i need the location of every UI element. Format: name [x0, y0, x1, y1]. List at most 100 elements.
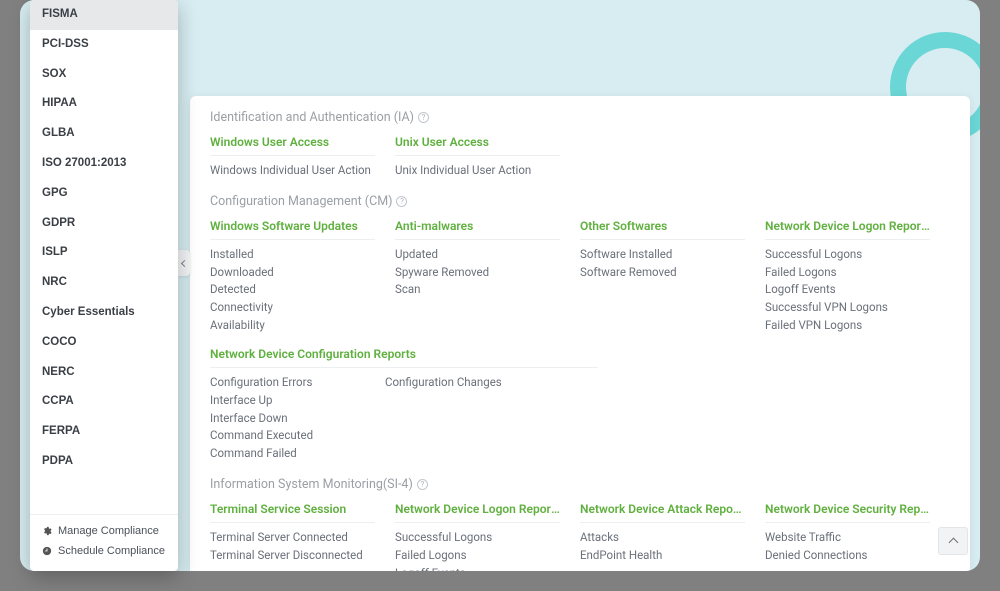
report-link[interactable]: Detected [210, 281, 375, 299]
section-ia: Identification and Authentication (IA) ?… [210, 110, 950, 180]
sidebar-item-iso-27001-2013[interactable]: ISO 27001:2013 [30, 149, 178, 179]
help-icon[interactable]: ? [418, 112, 429, 123]
sidebar-item-gpg[interactable]: GPG [30, 179, 178, 209]
sidebar-item-pci-dss[interactable]: PCI-DSS [30, 30, 178, 60]
group-items: Unix Individual User Action [395, 162, 560, 180]
group-head[interactable]: Windows User Access [210, 135, 375, 156]
sidebar-item-ferpa[interactable]: FERPA [30, 417, 178, 447]
group-head[interactable]: Anti-malwares [395, 219, 560, 240]
sidebar-list: FISMAPCI-DSSSOXHIPAAGLBAISO 27001:2013GP… [30, 0, 178, 510]
report-link[interactable]: Spyware Removed [395, 264, 560, 282]
report-link[interactable]: Command Executed [210, 427, 385, 445]
group-items: Windows Individual User Action [210, 162, 375, 180]
section-title: Information System Monitoring(SI-4) ? [210, 477, 950, 492]
sidebar-item-ccpa[interactable]: CCPA [30, 387, 178, 417]
sidebar-item-sox[interactable]: SOX [30, 60, 178, 90]
group-items: Software Installed Software Removed [580, 246, 745, 282]
group-head[interactable]: Terminal Service Session [210, 502, 375, 523]
report-link[interactable]: Updated [395, 246, 560, 264]
section-title-text: Information System Monitoring(SI-4) [210, 477, 413, 492]
report-link[interactable]: Configuration Errors [210, 374, 385, 392]
report-link[interactable]: Terminal Server Connected [210, 529, 375, 547]
report-link[interactable]: Logoff Events [395, 565, 560, 571]
report-link[interactable]: Connectivity [210, 299, 375, 317]
report-link[interactable]: Interface Up [210, 392, 385, 410]
group-head[interactable]: Unix User Access [395, 135, 560, 156]
group-items: Configuration Changes [385, 374, 560, 463]
report-group: Anti-malwares Updated Spyware Removed Sc… [395, 219, 580, 299]
report-link[interactable]: Successful Logons [395, 529, 560, 547]
report-link[interactable]: Downloaded [210, 264, 375, 282]
report-group: Network Device Attack Reports Attacks En… [580, 502, 765, 565]
report-link[interactable]: Attacks [580, 529, 745, 547]
sidebar-item-glba[interactable]: GLBA [30, 119, 178, 149]
section-title-text: Identification and Authentication (IA) [210, 110, 414, 125]
section-title: Identification and Authentication (IA) ? [210, 110, 950, 125]
group-head[interactable]: Network Device Configuration Reports [210, 347, 598, 368]
sidebar-item-islp[interactable]: ISLP [30, 238, 178, 268]
report-link[interactable]: Availability [210, 317, 375, 335]
group-head[interactable]: Network Device Logon Reports [395, 502, 560, 523]
group-head[interactable]: Network Device Security Report... [765, 502, 930, 523]
section-cols: Windows User Access Windows Individual U… [210, 135, 950, 180]
sidebar-footer: Manage Compliance Schedule Compliance [30, 514, 178, 571]
scroll-top-button[interactable] [938, 527, 968, 555]
report-group: Terminal Service Session Terminal Server… [210, 502, 395, 565]
sidebar-item-coco[interactable]: COCO [30, 328, 178, 358]
report-link[interactable]: Successful VPN Logons [765, 299, 930, 317]
report-group: Unix User Access Unix Individual User Ac… [395, 135, 580, 180]
group-items: Successful Logons Failed Logons Logoff E… [395, 529, 560, 571]
group-head[interactable]: Network Device Logon Reports [765, 219, 930, 240]
section-si4: Information System Monitoring(SI-4) ? Te… [210, 477, 950, 571]
report-link[interactable]: Terminal Server Disconnected [210, 547, 375, 565]
report-link[interactable]: Installed [210, 246, 375, 264]
sidebar-item-gdpr[interactable]: GDPR [30, 209, 178, 239]
report-link[interactable]: Software Installed [580, 246, 745, 264]
report-group: Network Device Security Report... Websit… [765, 502, 950, 565]
compliance-sidebar: FISMAPCI-DSSSOXHIPAAGLBAISO 27001:2013GP… [30, 0, 178, 571]
report-link[interactable]: Denied Connections [765, 547, 930, 565]
schedule-compliance-label: Schedule Compliance [58, 545, 165, 557]
help-icon[interactable]: ? [417, 479, 428, 490]
report-link[interactable]: Scan [395, 281, 560, 299]
section-cols: Terminal Service Session Terminal Server… [210, 502, 950, 571]
report-link[interactable]: Failed Logons [765, 264, 930, 282]
report-link[interactable]: Command Failed [210, 445, 385, 463]
group-head[interactable]: Network Device Attack Reports [580, 502, 745, 523]
section-title: Configuration Management (CM) ? [210, 194, 950, 209]
report-group: Windows User Access Windows Individual U… [210, 135, 395, 180]
group-head[interactable]: Windows Software Updates [210, 219, 375, 240]
schedule-compliance-button[interactable]: Schedule Compliance [30, 541, 178, 561]
report-link[interactable]: Website Traffic [765, 529, 930, 547]
group-items: Website Traffic Denied Connections [765, 529, 930, 565]
report-link[interactable]: Logoff Events [765, 281, 930, 299]
sidebar-item-nrc[interactable]: NRC [30, 268, 178, 298]
group-items: Terminal Server Connected Terminal Serve… [210, 529, 375, 565]
manage-compliance-label: Manage Compliance [58, 525, 159, 537]
report-link[interactable]: Successful Logons [765, 246, 930, 264]
report-group: Network Device Logon Reports Successful … [395, 502, 580, 571]
help-icon[interactable]: ? [396, 196, 407, 207]
sidebar-collapse-handle[interactable] [178, 250, 190, 276]
group-items: Attacks EndPoint Health [580, 529, 745, 565]
group-head[interactable]: Other Softwares [580, 219, 745, 240]
report-link[interactable]: Configuration Changes [385, 374, 560, 392]
group-items: Configuration Errors Interface Up Interf… [210, 374, 385, 463]
sidebar-item-cyber-essentials[interactable]: Cyber Essentials [30, 298, 178, 328]
report-link[interactable]: Failed VPN Logons [765, 317, 930, 335]
sidebar-item-fisma[interactable]: FISMA [30, 0, 178, 30]
sidebar-item-hipaa[interactable]: HIPAA [30, 89, 178, 119]
report-link[interactable]: Software Removed [580, 264, 745, 282]
report-link[interactable]: Unix Individual User Action [395, 162, 560, 180]
section-cols: Network Device Configuration Reports Con… [210, 347, 950, 463]
report-link[interactable]: Failed Logons [395, 547, 560, 565]
report-link[interactable]: EndPoint Health [580, 547, 745, 565]
group-items: Updated Spyware Removed Scan [395, 246, 560, 299]
sidebar-item-pdpa[interactable]: PDPA [30, 447, 178, 477]
sidebar-item-nerc[interactable]: NERC [30, 358, 178, 388]
section-cols: Windows Software Updates Installed Downl… [210, 219, 950, 335]
report-link[interactable]: Interface Down [210, 410, 385, 428]
manage-compliance-button[interactable]: Manage Compliance [30, 521, 178, 541]
report-link[interactable]: Windows Individual User Action [210, 162, 375, 180]
content-card: Identification and Authentication (IA) ?… [190, 96, 970, 571]
